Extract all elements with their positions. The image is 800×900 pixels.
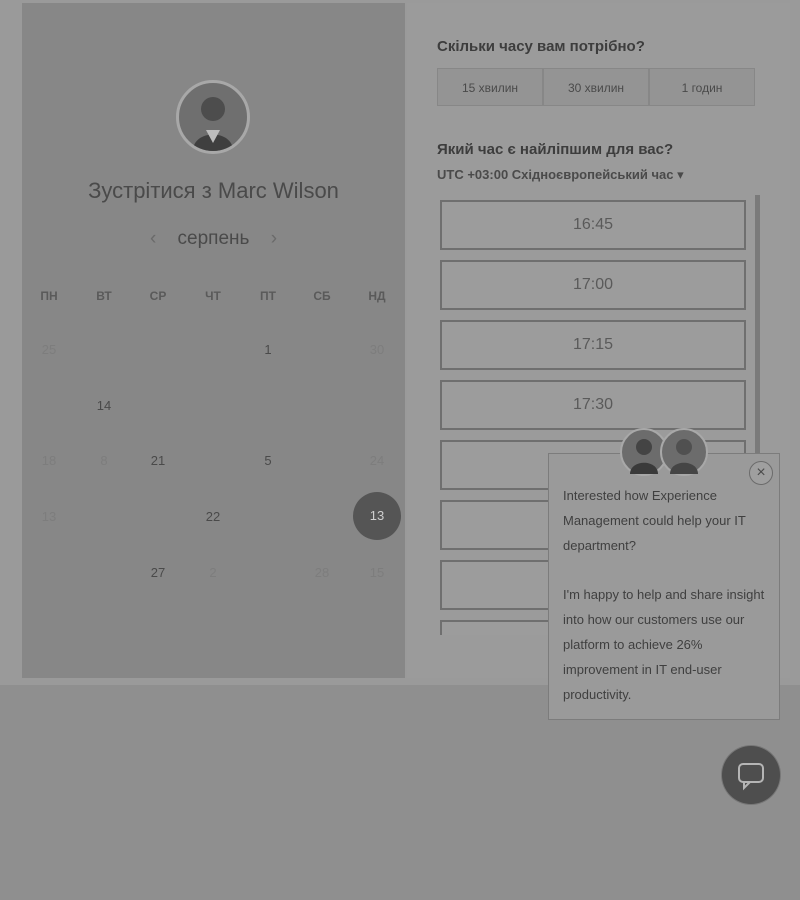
calendar-day[interactable]: 14: [84, 396, 124, 416]
time-question: Який час є найліпшим для вас?: [437, 141, 674, 158]
calendar-day[interactable]: 24: [357, 451, 397, 471]
duration-option-60[interactable]: 1 годин: [649, 68, 755, 106]
popup-message: I'm happy to help and share insight into…: [563, 587, 765, 702]
month-navigation: ‹ серпень ›: [22, 228, 405, 250]
calendar-day[interactable]: 5: [248, 451, 288, 471]
weekday-header: ПН: [40, 289, 58, 303]
calendar-day[interactable]: 8: [84, 451, 124, 471]
chevron-down-icon: ▾: [677, 167, 684, 182]
calendar-day[interactable]: 13: [29, 507, 69, 527]
timezone-label: UTC +03:00 Східноєвропейський час: [437, 167, 674, 182]
calendar-day[interactable]: 21: [138, 451, 178, 471]
chevron-left-icon[interactable]: ‹: [134, 228, 172, 249]
weekday-header: СБ: [313, 289, 331, 303]
calendar-day[interactable]: 1: [248, 340, 288, 360]
weekday-header: СР: [149, 289, 167, 303]
weekday-header: НД: [368, 289, 386, 303]
agent-avatar: [660, 428, 708, 476]
duration-option-30[interactable]: 30 хвилин: [543, 68, 649, 106]
calendar-day[interactable]: 25: [29, 340, 69, 360]
calendar-day[interactable]: 18: [29, 451, 69, 471]
timezone-selector[interactable]: UTC +03:00 Східноєвропейський час ▾: [437, 167, 684, 183]
time-slot[interactable]: 16:45: [440, 200, 746, 250]
calendar-day[interactable]: 27: [138, 563, 178, 583]
time-slot[interactable]: 17:15: [440, 320, 746, 370]
weekday-header: ВТ: [96, 289, 112, 303]
close-icon[interactable]: ×: [749, 461, 773, 485]
chevron-right-icon[interactable]: ›: [255, 228, 293, 249]
popup-message: Interested how Experience Management cou…: [563, 488, 746, 553]
meeting-title: Зустрітися з Marc Wilson: [88, 178, 339, 203]
duration-question: Скільки часу вам потрібно?: [437, 38, 645, 55]
chat-launcher-button[interactable]: [722, 746, 780, 804]
agent-avatars: [620, 428, 712, 480]
calendar-day[interactable]: 22: [193, 507, 233, 527]
weekday-header: ПТ: [260, 289, 276, 303]
calendar-day[interactable]: 30: [357, 340, 397, 360]
month-label: серпень: [177, 228, 250, 249]
chat-bubble-icon: [738, 763, 764, 791]
time-slot[interactable]: 17:00: [440, 260, 746, 310]
calendar-day[interactable]: 28: [302, 563, 342, 583]
host-avatar: [176, 80, 250, 154]
calendar-day[interactable]: 15: [357, 563, 397, 583]
calendar-day[interactable]: 2: [193, 563, 233, 583]
weekday-header: ЧТ: [205, 289, 221, 303]
duration-option-15[interactable]: 15 хвилин: [437, 68, 543, 106]
calendar-day-selected[interactable]: 13: [353, 492, 401, 540]
time-slot[interactable]: 17:30: [440, 380, 746, 430]
